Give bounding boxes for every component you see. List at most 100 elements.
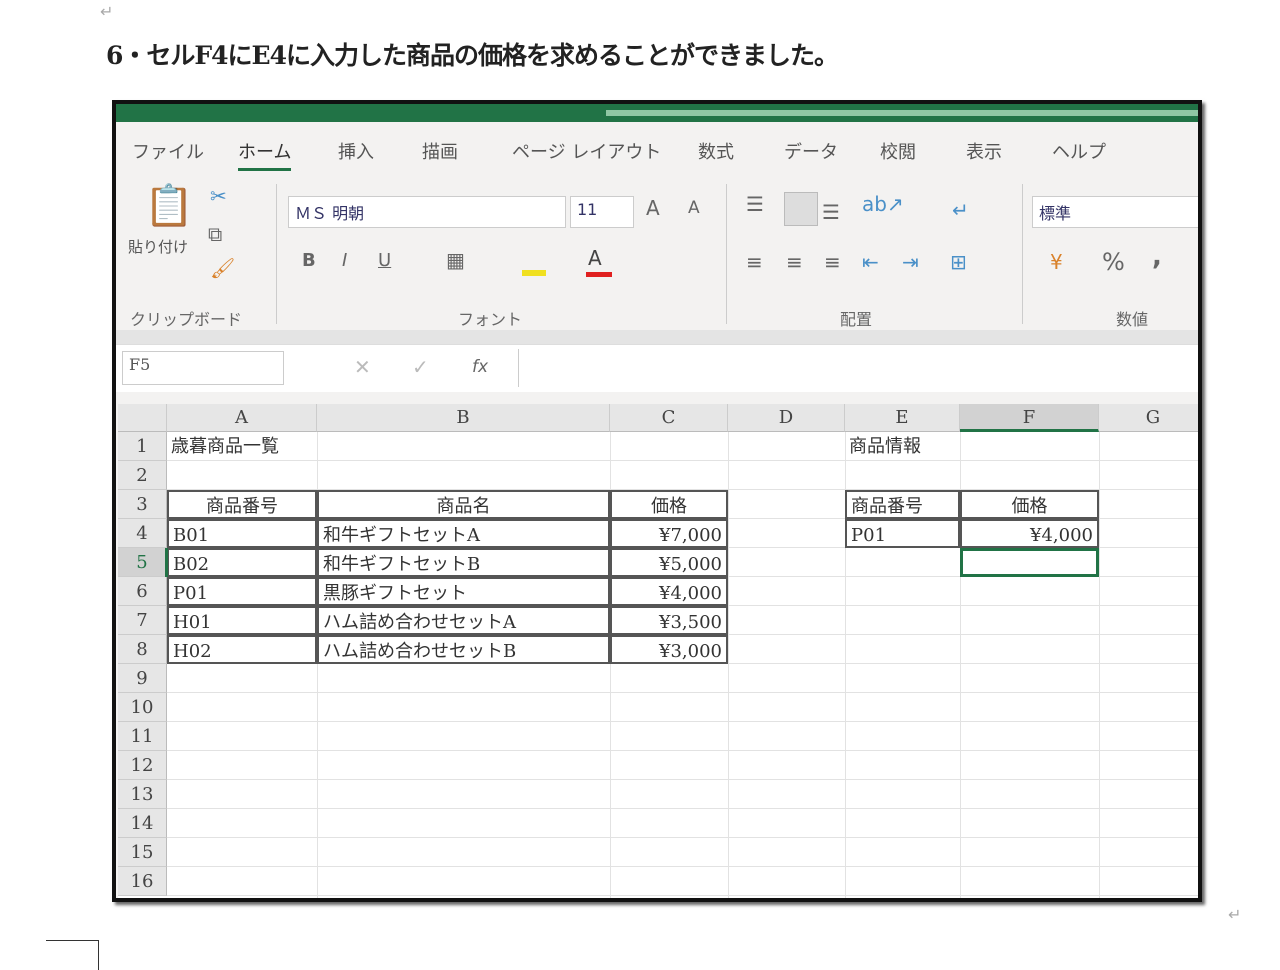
align-left-icon[interactable]: ≡ [746, 250, 763, 274]
ribbon-tab[interactable]: ホーム [238, 138, 292, 171]
ribbon-tab[interactable]: 描画 [422, 138, 458, 164]
row-header-14[interactable]: 14 [118, 809, 167, 838]
enter-icon[interactable]: ✓ [412, 355, 429, 379]
product-name-cell[interactable]: 和牛ギフトセットB [317, 548, 610, 577]
align-middle-button[interactable] [784, 192, 818, 226]
cell-e1[interactable]: 商品情報 [845, 432, 960, 461]
column-header-e[interactable]: E [845, 404, 960, 432]
ribbon-tab[interactable]: ファイル [132, 138, 204, 164]
product-price-cell[interactable]: ¥3,000 [610, 635, 728, 664]
row-header-15[interactable]: 15 [118, 838, 167, 867]
row-header-11[interactable]: 11 [118, 722, 167, 751]
merge-center-icon[interactable]: ⊞ [950, 250, 967, 274]
format-painter-icon[interactable]: 🖌 [210, 256, 235, 280]
ribbon-tab[interactable]: ページ レイアウト [512, 138, 661, 164]
product-name-cell[interactable]: 和牛ギフトセットA [317, 519, 610, 548]
row-header-6[interactable]: 6 [118, 577, 167, 606]
wrap-text-icon[interactable]: ↵ [952, 198, 969, 222]
row-header-2[interactable]: 2 [118, 461, 167, 490]
worksheet-grid[interactable]: A B C D E F G 1 2 3 4 5 6 7 8 9 10 11 12 13 14 15 16 歳暮商品一覧 商品情報… [118, 404, 1198, 898]
product-price-cell[interactable]: ¥7,000 [610, 519, 728, 548]
ribbon-tab[interactable]: 校閲 [880, 138, 916, 164]
paste-icon[interactable]: 📋 [144, 182, 194, 229]
column-header-f[interactable]: F [960, 404, 1099, 432]
product-price-cell[interactable]: ¥4,000 [610, 577, 728, 606]
product-code-cell[interactable]: P01 [167, 577, 317, 606]
row-header-9[interactable]: 9 [118, 664, 167, 693]
clipboard-group-label: クリップボード [130, 310, 243, 329]
product-code-cell[interactable]: B02 [167, 548, 317, 577]
product-name-cell[interactable]: ハム詰め合わせセットB [317, 635, 610, 664]
table-header-price[interactable]: 価格 [610, 490, 728, 519]
row-header-12[interactable]: 12 [118, 751, 167, 780]
table-header-name[interactable]: 商品名 [317, 490, 610, 519]
product-code-cell[interactable]: H01 [167, 606, 317, 635]
column-header-a[interactable]: A [167, 404, 317, 432]
increase-font-icon[interactable]: A [646, 196, 660, 220]
ribbon-tab[interactable]: データ [784, 138, 838, 164]
row-header-13[interactable]: 13 [118, 780, 167, 809]
cancel-icon[interactable]: ✕ [354, 355, 371, 379]
column-header-g[interactable]: G [1099, 404, 1198, 432]
cut-icon[interactable]: ✂ [210, 184, 227, 208]
lookup-price-header[interactable]: 価格 [960, 490, 1099, 519]
align-bottom-icon[interactable]: ☰ [822, 200, 840, 224]
page-corner-mark [46, 940, 99, 970]
align-center-icon[interactable]: ≡ [786, 250, 803, 274]
table-header-code[interactable]: 商品番号 [167, 490, 317, 519]
currency-icon[interactable]: ¥ [1050, 250, 1063, 274]
increase-indent-icon[interactable]: ⇥ [902, 250, 919, 274]
row-header-8[interactable]: 8 [118, 635, 167, 664]
row-header-1[interactable]: 1 [118, 432, 167, 461]
product-code-cell[interactable]: B01 [167, 519, 317, 548]
font-name-select[interactable]: ＭＳ 明朝 [288, 196, 566, 228]
lookup-code-cell[interactable]: P01 [845, 519, 960, 548]
number-format-select[interactable]: 標準 [1032, 196, 1198, 228]
orientation-icon[interactable]: ab↗ [862, 192, 904, 216]
paste-label[interactable]: 貼り付け [128, 236, 188, 257]
align-top-icon[interactable]: ☰ [746, 192, 764, 216]
gridline [167, 750, 1198, 751]
comma-button[interactable]: , [1152, 242, 1162, 272]
product-name-cell[interactable]: ハム詰め合わせセットA [317, 606, 610, 635]
row-header-10[interactable]: 10 [118, 693, 167, 722]
decrease-font-icon[interactable]: A [688, 198, 700, 218]
fill-color-icon[interactable] [522, 254, 546, 276]
ribbon-tab[interactable]: ヘルプ [1052, 138, 1106, 164]
column-header-d[interactable]: D [728, 404, 845, 432]
align-right-icon[interactable]: ≡ [824, 250, 841, 274]
row-header-3[interactable]: 3 [118, 490, 167, 519]
font-color-icon[interactable]: A [588, 246, 602, 270]
decrease-indent-icon[interactable]: ⇤ [862, 250, 879, 274]
product-code-cell[interactable]: H02 [167, 635, 317, 664]
cell-a1[interactable]: 歳暮商品一覧 [167, 432, 467, 461]
row-header-4[interactable]: 4 [118, 519, 167, 548]
product-price-cell[interactable]: ¥3,500 [610, 606, 728, 635]
row-header-16[interactable]: 16 [118, 867, 167, 896]
select-all-corner[interactable] [118, 404, 167, 432]
column-header-c[interactable]: C [610, 404, 728, 432]
active-cell-f5[interactable] [960, 548, 1099, 577]
borders-icon[interactable]: ▦ [446, 248, 465, 272]
product-name-cell[interactable]: 黒豚ギフトセット [317, 577, 610, 606]
row-header-7[interactable]: 7 [118, 606, 167, 635]
percent-button[interactable]: % [1102, 248, 1125, 276]
alignment-group-label: 配置 [840, 310, 873, 329]
ribbon-tab[interactable]: 挿入 [338, 138, 374, 164]
gridline [167, 779, 1198, 780]
bold-button[interactable]: B [302, 250, 316, 271]
insert-function-button[interactable]: fx [472, 357, 488, 377]
underline-button[interactable]: U [378, 250, 391, 271]
column-header-b[interactable]: B [317, 404, 610, 432]
product-price-cell[interactable]: ¥5,000 [610, 548, 728, 577]
name-box[interactable]: F5 [122, 351, 284, 385]
formula-input[interactable] [518, 349, 1198, 387]
lookup-price-cell[interactable]: ¥4,000 [960, 519, 1099, 548]
font-size-select[interactable]: 11 [570, 196, 634, 228]
lookup-code-header[interactable]: 商品番号 [845, 490, 960, 519]
copy-icon[interactable]: ⧉ [208, 222, 222, 246]
ribbon-tab[interactable]: 表示 [966, 138, 1002, 164]
italic-button[interactable]: I [342, 250, 347, 271]
ribbon-tab[interactable]: 数式 [698, 138, 734, 164]
row-header-5[interactable]: 5 [118, 548, 167, 577]
